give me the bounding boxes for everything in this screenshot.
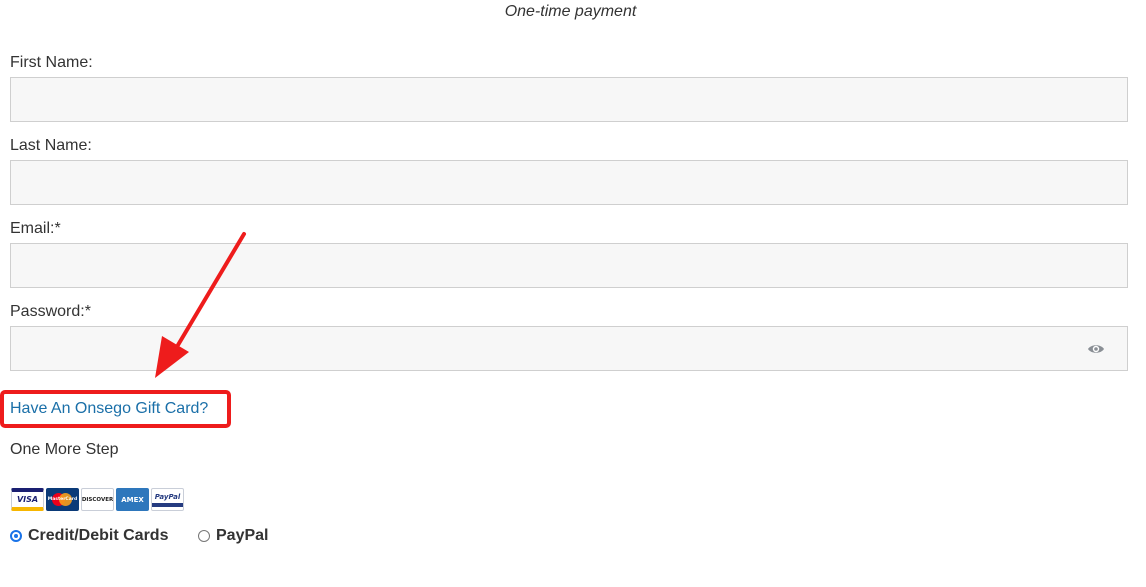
radio-selected-icon[interactable] xyxy=(10,530,22,542)
discover-label: DISCOVER xyxy=(81,496,114,503)
visa-icon: VISA xyxy=(11,488,44,511)
payment-subtitle: One-time payment xyxy=(504,3,637,20)
payment-option-credit-label: Credit/Debit Cards xyxy=(28,527,169,544)
email-label: Email:* xyxy=(10,220,61,237)
amex-icon: AMEX xyxy=(116,488,149,511)
first-name-input[interactable] xyxy=(10,77,1128,122)
eye-icon[interactable] xyxy=(1087,343,1105,355)
mastercard-icon: MasterCard xyxy=(46,488,79,511)
radio-unselected-icon[interactable] xyxy=(198,530,210,542)
one-more-step-text: One More Step xyxy=(10,441,119,458)
last-name-input[interactable] xyxy=(10,160,1128,205)
last-name-label: Last Name: xyxy=(10,137,92,154)
paypal-card-icon: PayPal xyxy=(151,488,184,511)
mastercard-label: MasterCard xyxy=(47,497,78,502)
paypal-card-label: PayPal xyxy=(154,492,181,501)
payment-option-credit[interactable]: Credit/Debit Cards xyxy=(10,527,168,545)
discover-icon: DISCOVER xyxy=(81,488,114,511)
highlight-box xyxy=(0,390,231,428)
first-name-label: First Name: xyxy=(10,54,93,71)
email-input[interactable] xyxy=(10,243,1128,288)
payment-option-paypal-label: PayPal xyxy=(216,527,269,544)
payment-option-paypal[interactable]: PayPal xyxy=(198,527,268,545)
password-label: Password:* xyxy=(10,303,91,320)
payment-card-logos: VISA MasterCard DISCOVER AMEX PayPal xyxy=(11,488,184,511)
password-input[interactable] xyxy=(10,326,1128,371)
